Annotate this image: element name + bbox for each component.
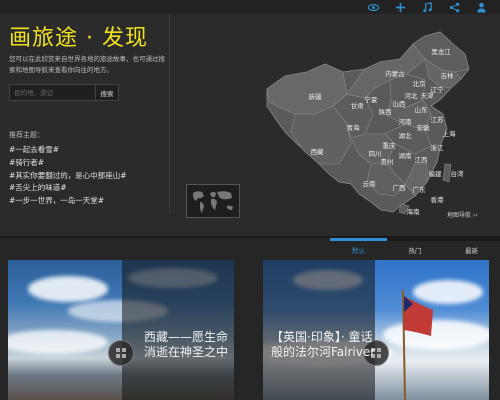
plus-icon[interactable] bbox=[391, 0, 409, 14]
province-label[interactable]: 台湾 bbox=[451, 169, 465, 178]
province-label[interactable]: 天津 bbox=[421, 92, 435, 100]
music-icon[interactable] bbox=[418, 0, 436, 14]
province-label[interactable]: 湖北 bbox=[399, 131, 413, 140]
card-gallery-icon[interactable] bbox=[108, 340, 134, 366]
province-label[interactable]: 西藏 bbox=[311, 147, 325, 156]
topic-link[interactable]: #骑行者# bbox=[9, 157, 127, 170]
eye-icon[interactable] bbox=[364, 0, 382, 14]
province-label[interactable]: 云南 bbox=[363, 179, 377, 188]
tab-default[interactable]: 默认 bbox=[330, 238, 387, 256]
province-label[interactable]: 海南 bbox=[407, 207, 421, 216]
page-title: 画旅途 · 发现 bbox=[9, 26, 148, 51]
card-title: 西藏——愿生命消逝在神圣之中 bbox=[144, 330, 229, 359]
topic-link[interactable]: #其实你要翻过的，是心中那座山# bbox=[9, 170, 127, 183]
tab-popular[interactable]: 热门 bbox=[386, 238, 444, 256]
province-label[interactable]: 四川 bbox=[369, 150, 382, 158]
sort-tabs: 默认 热门 最新 bbox=[330, 238, 500, 256]
province-label[interactable]: 新疆 bbox=[309, 92, 323, 101]
story-card[interactable]: 【英国·印象】· 童话般的法尔河Falriver bbox=[263, 260, 489, 400]
province-label[interactable]: 广东 bbox=[413, 185, 427, 194]
province-label[interactable]: 上海 bbox=[443, 129, 457, 138]
province-label[interactable]: 宁夏 bbox=[365, 95, 379, 104]
search-bar: 搜索 bbox=[9, 84, 119, 101]
search-button[interactable]: 搜索 bbox=[96, 84, 119, 101]
map-navigation-link[interactable]: 地图导航 ›› bbox=[447, 210, 478, 219]
page-description: 您可以在此欣赏来自世界各地的旅途故事，也可通过搜索和地图导航来查看你向往的地方。 bbox=[9, 55, 165, 74]
province-label[interactable]: 甘肃 bbox=[351, 101, 365, 110]
topic-link[interactable]: #一起去看雪# bbox=[9, 144, 127, 157]
province-label[interactable]: 吉林 bbox=[441, 71, 455, 80]
province-label[interactable]: 河南 bbox=[399, 117, 413, 126]
province-label[interactable]: 黑龙江 bbox=[431, 47, 451, 56]
topic-link[interactable]: #一步一世界，一岛一天堂# bbox=[9, 195, 127, 208]
top-icons bbox=[364, 0, 490, 14]
topic-link[interactable]: #舌尖上的味道# bbox=[9, 182, 127, 195]
tab-latest[interactable]: 最新 bbox=[443, 238, 500, 256]
province-label[interactable]: 北京 bbox=[413, 79, 427, 88]
card-title: 【英国·印象】· 童话般的法尔河Falriver bbox=[271, 330, 376, 359]
province-label[interactable]: 江苏 bbox=[431, 115, 445, 124]
topics-heading: 推荐主题： bbox=[9, 131, 44, 139]
province-label[interactable]: 河北 bbox=[405, 92, 419, 100]
province-label[interactable]: 陕西 bbox=[379, 107, 393, 116]
province-label[interactable]: 浙江 bbox=[431, 143, 445, 152]
story-card[interactable]: 西藏——愿生命消逝在神圣之中 bbox=[8, 260, 234, 400]
province-label[interactable]: 山东 bbox=[415, 105, 429, 114]
search-input[interactable] bbox=[9, 84, 96, 101]
province-label[interactable]: 江西 bbox=[415, 156, 429, 164]
province-label[interactable]: 贵州 bbox=[381, 157, 394, 166]
province-label[interactable]: 山西 bbox=[393, 99, 407, 108]
province-label[interactable]: 广西 bbox=[393, 183, 407, 192]
recommended-topics: 推荐主题： #一起去看雪# #骑行者# #其实你要翻过的，是心中那座山# #舌尖… bbox=[9, 130, 127, 208]
user-icon[interactable] bbox=[472, 0, 490, 14]
province-label[interactable]: 重庆 bbox=[383, 141, 397, 150]
province-label[interactable]: 香港 bbox=[431, 195, 445, 204]
top-bar bbox=[0, 0, 500, 14]
province-label[interactable]: 青海 bbox=[347, 123, 361, 132]
world-map-thumbnail[interactable] bbox=[186, 184, 240, 218]
share-icon[interactable] bbox=[445, 0, 463, 14]
china-map: 新疆 西藏 青海 甘肃 内蒙古 黑龙江 吉林 辽宁 北京 天津 河北 山西 陕西… bbox=[255, 14, 485, 224]
province-label[interactable]: 福建 bbox=[429, 169, 443, 178]
province-label[interactable]: 内蒙古 bbox=[385, 69, 405, 78]
province-label[interactable]: 安徽 bbox=[417, 123, 431, 132]
divider bbox=[169, 14, 170, 214]
province-label[interactable]: 湖南 bbox=[399, 151, 413, 160]
